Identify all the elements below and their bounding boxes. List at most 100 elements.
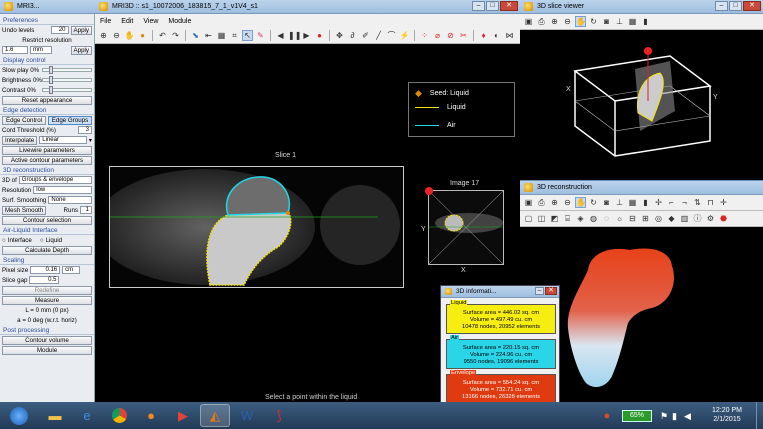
fill-icon[interactable]: ◐ (491, 30, 502, 41)
save-icon[interactable]: ▣ (523, 16, 534, 27)
cut-icon[interactable]: ✂ (458, 30, 469, 41)
wire-icon[interactable]: ⌸ (562, 213, 573, 224)
colorbar-icon[interactable]: ▮ (640, 16, 651, 27)
start-button[interactable] (2, 404, 36, 427)
maximize-button[interactable]: □ (729, 1, 742, 11)
view-side-icon[interactable]: ¬ (679, 197, 690, 208)
undo-icon[interactable]: ↶ (157, 30, 168, 41)
transparency-icon[interactable]: ◌ (601, 213, 612, 224)
record-icon[interactable]: ● (314, 30, 325, 41)
menu-view[interactable]: View (143, 18, 158, 25)
camera-icon[interactable]: ◙ (601, 16, 612, 27)
image-thumbnail[interactable] (428, 190, 504, 265)
recon-resolution-select[interactable]: low (33, 186, 92, 194)
red-handle[interactable] (425, 187, 433, 195)
pen-icon[interactable]: ✐ (360, 30, 371, 41)
menu-file[interactable]: File (100, 18, 111, 25)
rewind-icon[interactable]: ◀ (275, 30, 286, 41)
maximize-button[interactable]: □ (486, 1, 499, 11)
info-icon[interactable]: ⓘ (692, 213, 703, 224)
apply-resolution-button[interactable]: Apply (70, 45, 92, 55)
play-icon[interactable]: ▶ (301, 30, 312, 41)
slow-play-slider[interactable] (42, 66, 92, 74)
axes-icon[interactable]: ⊥ (614, 197, 625, 208)
slice-viewer-titlebar[interactable]: 3D slice viewer – □ ✕ (520, 0, 763, 14)
delete-points-icon[interactable]: ⌀ (432, 30, 443, 41)
redo-icon[interactable]: ↷ (170, 30, 181, 41)
module-button[interactable]: Module (2, 345, 92, 355)
active-contour-parameters-button[interactable]: Active contour parameters (2, 155, 92, 165)
minimize-button[interactable]: – (715, 1, 728, 11)
cube-icon[interactable]: ◫ (536, 213, 547, 224)
reconstruction-titlebar[interactable]: 3D reconstruction (520, 181, 763, 195)
move-icon[interactable]: ✥ (334, 30, 345, 41)
zoom-out-icon[interactable]: ⊖ (111, 30, 122, 41)
line-icon[interactable]: ╱ (373, 30, 384, 41)
pan-icon[interactable]: ✋ (124, 30, 135, 41)
firefox-icon[interactable]: ● (136, 404, 166, 427)
redefine-button[interactable]: Redefine (2, 285, 92, 295)
flag-icon[interactable]: ⚑ (660, 411, 668, 422)
pause-icon[interactable]: ❚❚ (288, 30, 301, 41)
mesh-smooth-button[interactable]: Mesh Smooth (2, 205, 47, 215)
points-icon[interactable]: ⁘ (419, 30, 430, 41)
edge-control-tab[interactable]: Edge Control (2, 115, 46, 125)
3d-of-select[interactable]: Groups & envelope (18, 176, 92, 184)
clip-icon[interactable]: ⊟ (627, 213, 638, 224)
shading-icon[interactable]: ◩ (549, 213, 560, 224)
slice-gap-field[interactable]: 0.5 (29, 276, 60, 284)
info-icon[interactable]: ● (137, 30, 148, 41)
crosshair-icon[interactable]: ✛ (718, 197, 729, 208)
zoom-in-icon[interactable]: ⊕ (549, 16, 560, 27)
surface-icon[interactable]: ◈ (575, 213, 586, 224)
scaling-unit-select[interactable]: cm (62, 266, 81, 274)
mesh-icon[interactable]: ⋈ (504, 30, 515, 41)
view-front-icon[interactable]: ⌐ (666, 197, 677, 208)
grid-icon[interactable]: ▦ (627, 197, 638, 208)
grid-icon[interactable]: ▦ (627, 16, 638, 27)
network-icon[interactable]: ▮ (672, 411, 677, 422)
media-player-icon[interactable]: ▶ (168, 404, 198, 427)
runs-field[interactable]: 1 (80, 206, 92, 214)
colorbar-icon[interactable]: ▮ (640, 197, 651, 208)
camera-icon[interactable]: ◙ (601, 197, 612, 208)
minimize-button[interactable]: – (472, 1, 485, 11)
close-button[interactable]: ✕ (545, 287, 557, 295)
lighting-icon[interactable]: ☼ (614, 213, 625, 224)
file-explorer-icon[interactable]: ▬ (40, 404, 70, 427)
chrome-icon[interactable] (104, 404, 134, 427)
pixel-size-field[interactable]: 0.16 (30, 266, 61, 274)
box-icon[interactable]: ▢ (523, 213, 534, 224)
word-icon[interactable]: W (232, 404, 262, 427)
notification-icon[interactable]: ● (592, 404, 622, 427)
calculate-depth-button[interactable]: Calculate Depth (2, 245, 92, 255)
seed-icon[interactable]: ♦ (478, 30, 489, 41)
resolution-unit-select[interactable]: mm (30, 46, 52, 54)
measure-button[interactable]: Measure (2, 295, 92, 305)
save-icon[interactable]: ▣ (523, 197, 534, 208)
bulb-icon[interactable]: ◎ (653, 213, 664, 224)
menu-module[interactable]: Module (168, 18, 191, 25)
edge-groups-tab[interactable]: Edge Groups (48, 115, 92, 125)
interpolate-button[interactable]: Interpolate (2, 135, 38, 145)
axes-icon[interactable]: ⊥ (614, 16, 625, 27)
erase-icon[interactable]: ⊘ (445, 30, 456, 41)
brush-icon[interactable]: ✎ (255, 30, 266, 41)
print-icon[interactable]: ⎙ (536, 16, 547, 27)
main-titlebar[interactable]: MRI3D :: s1_10072006_183815_7_1_v1V4_s1 … (95, 0, 520, 14)
lasso-icon[interactable]: ⌒ (386, 30, 397, 41)
zoom-in-icon[interactable]: ⊕ (98, 30, 109, 41)
info-titlebar[interactable]: 3D informati... – ✕ (441, 286, 559, 298)
view-top-icon[interactable]: ⊓ (705, 197, 716, 208)
clock[interactable]: 12:20 PM 2/1/2015 (712, 406, 742, 424)
resolution-field[interactable]: 1.6 (2, 46, 28, 54)
pan-icon[interactable]: ✋ (575, 197, 586, 208)
settings-icon[interactable]: ⚙ (705, 213, 716, 224)
range-icon[interactable]: ⇤ (203, 30, 214, 41)
menu-edit[interactable]: Edit (121, 18, 133, 25)
internet-explorer-icon[interactable]: e (72, 404, 102, 427)
interface-radio[interactable]: ○ (2, 237, 6, 244)
contour-volume-button[interactable]: Contour volume (2, 335, 92, 345)
grid-icon[interactable]: ▦ (216, 30, 227, 41)
zoom-out-icon[interactable]: ⊖ (562, 197, 573, 208)
